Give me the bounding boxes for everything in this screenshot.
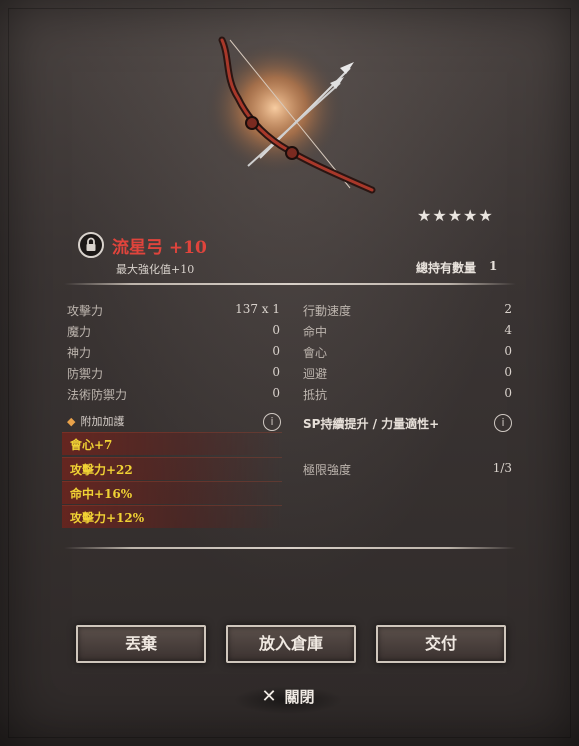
item-detail-panel: ★★★★★ 流星弓 +10 最大強化值+10 總持有數量 1 攻擊力 137 x… (0, 0, 579, 746)
stat-label: 迴避 (303, 367, 328, 381)
stat-value: 0 (272, 344, 280, 358)
limit-strength-value: 1/3 (492, 461, 512, 475)
bonus-row: 會心+7 (62, 432, 282, 455)
stat-label: 防禦力 (67, 367, 104, 381)
close-button[interactable]: ✕ 關閉 (233, 686, 343, 714)
stat-label: 神力 (67, 346, 92, 360)
stat-value: 4 (504, 323, 512, 337)
discard-button[interactable]: 丟棄 (76, 625, 206, 663)
stat-label: 抵抗 (303, 388, 328, 402)
lock-icon[interactable] (78, 232, 104, 258)
stat-value: 2 (504, 302, 512, 316)
stat-value: 0 (272, 386, 280, 400)
max-enhance-text: 最大強化值+10 (116, 263, 195, 276)
bonus-text: 命中+16% (70, 487, 133, 501)
lock-glyph (86, 237, 96, 251)
bonus-row: 攻擊力+22 (62, 457, 282, 480)
close-label: 關閉 (284, 688, 315, 706)
bonus-header: ◆ 附加加護 (67, 413, 124, 429)
bonus-row: 命中+16% (62, 481, 282, 504)
bonus-row: 攻擊力+12% (62, 505, 282, 528)
stat-label: 魔力 (67, 325, 92, 339)
close-icon: ✕ (261, 686, 277, 707)
bonus-text: 攻擊力+22 (70, 463, 133, 477)
sp-effect-text: SP持續提升 / 力量適性+ (303, 417, 440, 431)
stat-value: 0 (272, 323, 280, 337)
total-quantity-label: 總持有數量 (416, 261, 477, 275)
rarity-stars: ★★★★★ (417, 206, 494, 225)
bonus-header-label: 附加加護 (80, 415, 125, 428)
footer-divider (64, 547, 516, 549)
stat-label: 命中 (303, 325, 328, 339)
stat-value: 0 (504, 365, 512, 379)
stat-label: 行動速度 (303, 304, 352, 318)
stat-value: 0 (504, 344, 512, 358)
stat-label: 攻擊力 (67, 304, 104, 318)
store-warehouse-button[interactable]: 放入倉庫 (226, 625, 356, 663)
bow-weapon-image (205, 36, 376, 194)
stat-value: 0 (504, 386, 512, 400)
total-quantity-value: 1 (489, 259, 498, 273)
info-icon[interactable]: i (263, 413, 281, 431)
deliver-button[interactable]: 交付 (376, 625, 506, 663)
bonus-text: 攻擊力+12% (70, 511, 145, 525)
diamond-icon: ◆ (67, 415, 76, 428)
stat-value: 137 x 1 (235, 302, 280, 316)
header-divider (64, 283, 516, 285)
info-icon[interactable]: i (494, 414, 512, 432)
bonus-text: 會心+7 (70, 438, 113, 452)
limit-strength-label: 極限強度 (303, 463, 352, 477)
stat-value: 0 (272, 365, 280, 379)
stat-label: 會心 (303, 346, 328, 360)
item-name: 流星弓 +10 (112, 238, 207, 258)
stat-label: 法術防禦力 (67, 388, 128, 402)
